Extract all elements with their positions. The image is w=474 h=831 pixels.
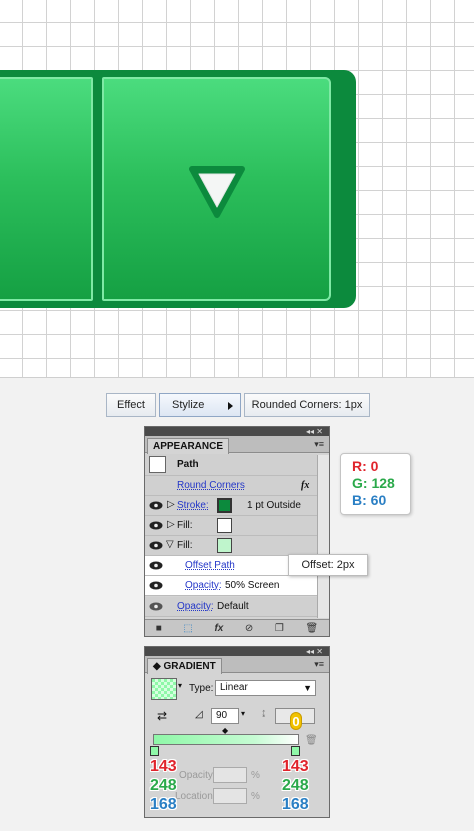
opacity-label: Opacity: [179, 770, 216, 781]
aspect-ratio-icon: ↨ [261, 707, 267, 719]
angle-value: 90 [216, 710, 228, 721]
clear-appearance-icon[interactable]: ⊘ [245, 623, 253, 634]
fill-label: Fill: [177, 540, 193, 551]
location-label: Location: [175, 791, 216, 802]
reverse-gradient-icon[interactable]: ⇄ [157, 709, 167, 723]
rgb-r: R: 0 [352, 458, 379, 474]
eye-icon[interactable] [149, 541, 163, 550]
disclosure-triangle-icon[interactable]: ▷ [167, 519, 175, 530]
add-effect-icon[interactable]: fx [214, 623, 223, 634]
angle-icon: ◿ [195, 709, 203, 720]
opacity-default-value: Default [217, 601, 249, 612]
type-label: Type: [189, 683, 214, 694]
object-type-label: Path [177, 459, 199, 470]
gradient-thumbnail[interactable] [151, 678, 177, 700]
collapse-icon[interactable]: ◂◂ ✕ [306, 647, 323, 656]
aspect-badge-text: 0 [292, 714, 300, 729]
left-color-stop[interactable] [150, 746, 159, 756]
fx-icon[interactable]: fx [301, 480, 309, 491]
stroke-color-swatch[interactable] [217, 498, 232, 513]
midpoint-diamond-icon[interactable]: ◆ [222, 726, 228, 735]
add-fill-icon[interactable]: ⬚ [183, 623, 192, 634]
panel-tabrow: ◆ GRADIENT ▾≡ [145, 656, 329, 674]
location-pct: % [251, 791, 260, 802]
duplicate-item-icon[interactable]: ❐ [275, 623, 284, 634]
opacity-input[interactable] [213, 767, 247, 783]
opacity-link[interactable]: Opacity: [185, 580, 222, 591]
green-button-artwork [0, 70, 356, 308]
rgb-callout: R: 0 G: 128 B: 60 [340, 453, 411, 515]
right-color-stop[interactable] [291, 746, 300, 756]
fill-gradient-swatch[interactable] [217, 538, 232, 553]
type-select[interactable]: Linear ▼ [215, 680, 316, 696]
fill-label: Fill: [177, 520, 193, 531]
rgb-b: B: 60 [352, 492, 387, 508]
row-fill-1[interactable]: ▷ Fill: [145, 516, 317, 536]
right-stop-r: 143 [282, 758, 309, 775]
eye-icon[interactable] [149, 602, 163, 611]
row-opacity-screen[interactable]: Opacity: 50% Screen [145, 576, 317, 596]
button-right-segment [102, 77, 331, 301]
appearance-panel: ◂◂ ✕ APPEARANCE ▾≡ Path Round Corners fx… [144, 426, 330, 637]
panel-scrollbar[interactable] [317, 455, 329, 618]
menu-stylize-label: Stylize [172, 399, 205, 411]
opacity-pct: % [251, 770, 260, 781]
menu-effect[interactable]: Effect [106, 393, 156, 417]
tab-gradient[interactable]: ◆ GRADIENT [147, 658, 222, 674]
appearance-bottom-toolbar: ■ ⬚ fx ⊘ ❐ 🗑 [145, 619, 329, 636]
collapse-icon[interactable]: ◂◂ ✕ [306, 427, 323, 436]
row-round-corners[interactable]: Round Corners fx [145, 476, 317, 496]
eye-icon[interactable] [149, 561, 163, 570]
fill-white-swatch[interactable] [217, 518, 232, 533]
opacity-default-link[interactable]: Opacity: [177, 601, 214, 612]
location-input[interactable] [213, 788, 247, 804]
eye-icon[interactable] [149, 501, 163, 510]
opacity-value: 50% Screen [225, 580, 280, 591]
eye-icon[interactable] [149, 521, 163, 530]
object-row: Path [145, 454, 317, 476]
stroke-value: 1 pt Outside [247, 500, 301, 511]
delete-stop-icon[interactable]: 🗑 [305, 735, 318, 746]
menu-rounded-corners[interactable]: Rounded Corners: 1px [244, 393, 370, 417]
tab-appearance[interactable]: APPEARANCE [147, 438, 230, 454]
eye-icon[interactable] [149, 581, 163, 590]
effect-menu-path: Effect Stylize Rounded Corners: 1px [106, 393, 373, 417]
delete-item-icon[interactable]: 🗑 [305, 623, 318, 634]
row-opacity-default[interactable]: Opacity: Default [145, 597, 317, 617]
thumbnail-dropdown-icon[interactable]: ▾ [178, 681, 182, 690]
aspect-ratio-badge: 0 [290, 712, 302, 730]
left-stop-r: 143 [150, 758, 177, 775]
dropdown-triangle-icon [189, 166, 245, 218]
angle-input[interactable]: 90 [211, 708, 239, 724]
angle-dropdown-icon[interactable]: ▾ [241, 709, 245, 718]
menu-stylize[interactable]: Stylize [159, 393, 241, 417]
panel-titlebar[interactable]: ◂◂ ✕ [145, 647, 329, 656]
offset-callout-text: Offset: 2px [301, 559, 355, 571]
type-select-value: Linear [220, 682, 248, 693]
row-stroke[interactable]: ▷ Stroke: 1 pt Outside [145, 496, 317, 516]
disclosure-triangle-icon[interactable]: ▷ [167, 499, 175, 510]
panel-tabrow: APPEARANCE ▾≡ [145, 436, 329, 454]
panel-titlebar[interactable]: ◂◂ ✕ [145, 427, 329, 436]
panel-menu-icon[interactable]: ▾≡ [314, 439, 324, 450]
button-left-segment [0, 77, 93, 301]
right-stop-g: 248 [282, 777, 309, 794]
right-stop-b: 168 [282, 796, 309, 813]
offset-callout: Offset: 2px [288, 554, 368, 576]
left-stop-b: 168 [150, 796, 177, 813]
submenu-arrow-icon [228, 402, 233, 410]
tab-gradient-label: GRADIENT [163, 661, 216, 672]
add-stroke-icon[interactable]: ■ [156, 623, 162, 634]
path-thumbnail [149, 456, 166, 473]
left-stop-g: 248 [150, 777, 177, 794]
panel-menu-icon[interactable]: ▾≡ [314, 659, 324, 670]
chevron-down-icon: ▼ [303, 683, 312, 693]
stroke-link[interactable]: Stroke: [177, 500, 209, 511]
disclosure-open-icon[interactable]: ▽ [166, 539, 174, 550]
round-corners-link[interactable]: Round Corners [177, 480, 245, 491]
offset-path-link[interactable]: Offset Path [185, 560, 235, 571]
row-fill-2[interactable]: ▽ Fill: [145, 536, 317, 556]
rgb-g: G: 128 [352, 475, 395, 491]
gradient-slider-bar[interactable] [153, 734, 299, 745]
